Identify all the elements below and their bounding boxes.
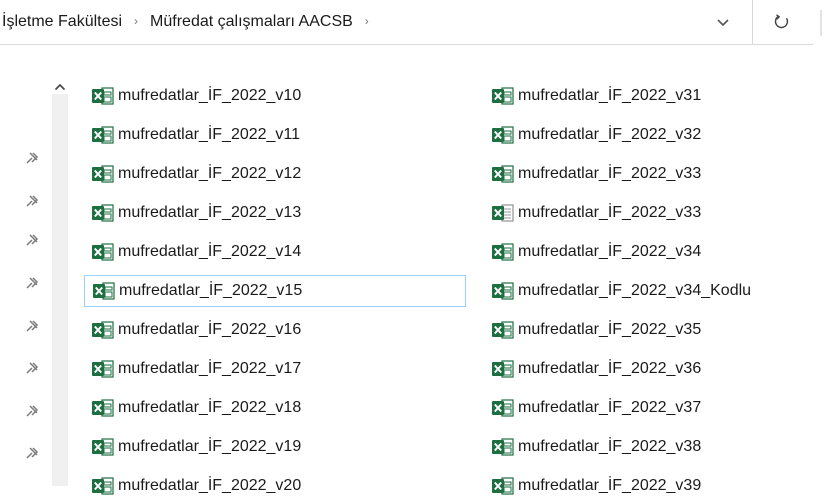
file-item[interactable]: mufredatlar_İF_2022_v39 — [484, 470, 824, 502]
file-item[interactable]: mufredatlar_İF_2022_v11 — [84, 119, 466, 151]
excel-file-icon — [490, 475, 516, 497]
file-name: mufredatlar_İF_2022_v31 — [518, 87, 702, 104]
file-name: mufredatlar_İF_2022_v37 — [518, 399, 702, 416]
file-name: mufredatlar_İF_2022_v17 — [118, 360, 302, 377]
file-item[interactable]: mufredatlar_İF_2022_v16 — [84, 314, 466, 346]
excel-file-icon — [90, 241, 116, 263]
excel-file-icon — [490, 241, 516, 263]
excel-csv-file-icon — [490, 202, 516, 224]
excel-file-icon — [90, 319, 116, 341]
file-name: mufredatlar_İF_2022_v13 — [118, 204, 302, 221]
file-item[interactable]: mufredatlar_İF_2022_v34_Kodlu — [484, 275, 824, 307]
excel-file-icon — [490, 85, 516, 107]
file-name: mufredatlar_İF_2022_v35 — [518, 321, 702, 338]
file-item[interactable]: mufredatlar_İF_2022_v32 — [484, 119, 824, 151]
file-name: mufredatlar_İF_2022_v32 — [518, 126, 702, 143]
file-name: mufredatlar_İF_2022_v38 — [518, 438, 702, 455]
excel-file-icon — [90, 202, 116, 224]
file-item[interactable]: mufredatlar_İF_2022_v15 — [84, 275, 466, 307]
excel-file-icon — [90, 436, 116, 458]
file-name: mufredatlar_İF_2022_v33 — [518, 165, 702, 182]
excel-file-icon — [490, 397, 516, 419]
file-item[interactable]: mufredatlar_İF_2022_v13 — [84, 197, 466, 229]
excel-file-icon — [90, 163, 116, 185]
file-item[interactable]: mufredatlar_İF_2022_v17 — [84, 353, 466, 385]
file-item[interactable]: mufredatlar_İF_2022_v12 — [84, 158, 466, 190]
excel-file-icon — [490, 319, 516, 341]
excel-file-icon — [490, 163, 516, 185]
excel-file-icon — [490, 436, 516, 458]
file-name: mufredatlar_İF_2022_v34 — [518, 243, 702, 260]
file-item[interactable]: mufredatlar_İF_2022_v19 — [84, 431, 466, 463]
file-item[interactable]: mufredatlar_İF_2022_v33 — [484, 197, 824, 229]
file-item[interactable]: mufredatlar_İF_2022_v20 — [84, 470, 466, 502]
file-name: mufredatlar_İF_2022_v36 — [518, 360, 702, 377]
file-name: mufredatlar_İF_2022_v15 — [119, 282, 303, 299]
file-name: mufredatlar_İF_2022_v12 — [118, 165, 302, 182]
excel-file-icon — [90, 475, 116, 497]
file-name: mufredatlar_İF_2022_v19 — [118, 438, 302, 455]
excel-file-icon — [490, 280, 516, 302]
file-name: mufredatlar_İF_2022_v18 — [118, 399, 302, 416]
excel-file-icon — [90, 358, 116, 380]
file-name: mufredatlar_İF_2022_v11 — [118, 126, 301, 143]
file-item[interactable]: mufredatlar_İF_2022_v36 — [484, 353, 824, 385]
file-name: mufredatlar_İF_2022_v20 — [118, 477, 302, 494]
excel-file-icon — [90, 85, 116, 107]
file-name: mufredatlar_İF_2022_v33 — [518, 204, 702, 221]
file-item[interactable]: mufredatlar_İF_2022_v14 — [84, 236, 466, 268]
file-name: mufredatlar_İF_2022_v16 — [118, 321, 302, 338]
file-name: mufredatlar_İF_2022_v10 — [118, 87, 302, 104]
excel-file-icon — [91, 280, 117, 302]
excel-file-icon — [490, 124, 516, 146]
file-item[interactable]: mufredatlar_İF_2022_v37 — [484, 392, 824, 424]
file-item[interactable]: mufredatlar_İF_2022_v33 — [484, 158, 824, 190]
file-item[interactable]: mufredatlar_İF_2022_v10 — [84, 80, 466, 112]
file-list: mufredatlar_İF_2022_v10 mufredatlar_İF_20… — [0, 0, 827, 495]
file-name: mufredatlar_İF_2022_v14 — [118, 243, 302, 260]
excel-file-icon — [90, 397, 116, 419]
file-item[interactable]: mufredatlar_İF_2022_v31 — [484, 80, 824, 112]
file-item[interactable]: mufredatlar_İF_2022_v38 — [484, 431, 824, 463]
file-name: mufredatlar_İF_2022_v39 — [518, 477, 702, 494]
file-item[interactable]: mufredatlar_İF_2022_v35 — [484, 314, 824, 346]
file-name: mufredatlar_İF_2022_v34_Kodlu — [518, 282, 752, 299]
file-item[interactable]: mufredatlar_İF_2022_v18 — [84, 392, 466, 424]
excel-file-icon — [490, 358, 516, 380]
file-item[interactable]: mufredatlar_İF_2022_v34 — [484, 236, 824, 268]
excel-file-icon — [90, 124, 116, 146]
